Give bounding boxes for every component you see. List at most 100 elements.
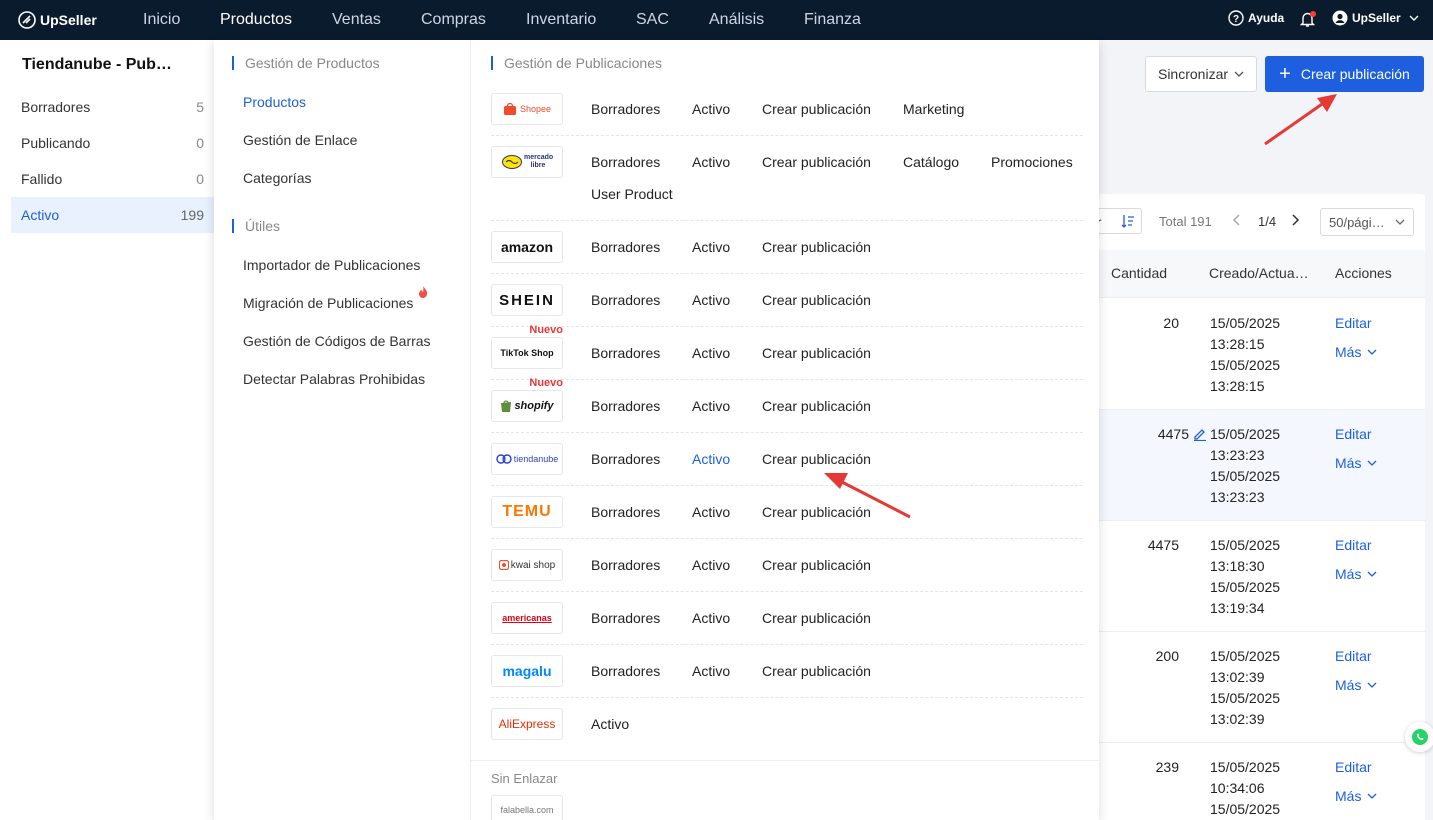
more-dropdown[interactable]: Más [1335, 344, 1377, 360]
notifications-button[interactable] [1299, 11, 1316, 31]
shein-crear-link[interactable]: Crear publicación [762, 292, 871, 308]
mercadolibre-promociones-link[interactable]: Promociones [991, 154, 1073, 170]
shopee-activo-link[interactable]: Activo [692, 101, 730, 117]
magalu-borradores-link[interactable]: Borradores [591, 663, 660, 679]
nav-compras[interactable]: Compras [421, 0, 486, 40]
mercadolibre-catalogo-link[interactable]: Catálogo [903, 154, 959, 170]
tiktok-borradores-link[interactable]: Borradores [591, 345, 660, 361]
americanas-borradores-link[interactable]: Borradores [591, 610, 660, 626]
updated-time: 13:02:39 [1210, 711, 1265, 727]
kwai-crear-link[interactable]: Crear publicación [762, 557, 871, 573]
amazon-crear-link[interactable]: Crear publicación [762, 239, 871, 255]
per-page-value: 50/pági… [1329, 214, 1385, 230]
shopee-marketing-link[interactable]: Marketing [903, 101, 964, 117]
kwai-activo-link[interactable]: Activo [692, 557, 730, 573]
nav-productos[interactable]: Productos [220, 0, 292, 40]
created-date: 15/05/2025 [1210, 315, 1281, 331]
user-menu[interactable]: UpSeller [1332, 10, 1423, 26]
chevron-down-icon [1367, 793, 1377, 799]
mercadolibre-borradores-link[interactable]: Borradores [591, 154, 660, 170]
help-link[interactable]: ? Ayuda [1228, 10, 1284, 26]
chevron-right-icon[interactable] [1290, 213, 1300, 227]
edit-link[interactable]: Editar [1335, 537, 1372, 553]
edit-link[interactable]: Editar [1335, 315, 1372, 331]
edit-link[interactable]: Editar [1335, 648, 1372, 664]
temu-activo-link[interactable]: Activo [692, 504, 730, 520]
nav-inicio[interactable]: Inicio [143, 0, 180, 40]
americanas-activo-link[interactable]: Activo [692, 610, 730, 626]
nav-finanza[interactable]: Finanza [804, 0, 861, 40]
nav-ventas[interactable]: Ventas [332, 0, 381, 40]
whatsapp-chat-button[interactable] [1405, 722, 1433, 752]
edit-link[interactable]: Editar [1335, 426, 1372, 442]
created-time: 13:28:15 [1210, 336, 1265, 352]
shein-activo-link[interactable]: Activo [692, 292, 730, 308]
shopify-activo-link[interactable]: Activo [692, 398, 730, 414]
shopee-crear-link[interactable]: Crear publicación [762, 101, 871, 117]
created-date: 15/05/2025 [1210, 759, 1281, 775]
menu-item-productos[interactable]: Productos [243, 94, 306, 110]
sidebar-item-publicando[interactable]: Publicando 0 [11, 125, 214, 161]
more-dropdown[interactable]: Más [1335, 566, 1377, 582]
edit-pencil-icon[interactable] [1193, 427, 1207, 441]
kwai-borradores-link[interactable]: Borradores [591, 557, 660, 573]
aliexpress-activo-link[interactable]: Activo [591, 716, 629, 732]
updated-date: 15/05/2025 [1210, 468, 1281, 484]
menu-item-gestion-enlace[interactable]: Gestión de Enlace [243, 132, 357, 148]
column-acciones: Acciones [1335, 265, 1392, 281]
amazon-borradores-link[interactable]: Borradores [591, 239, 660, 255]
mercadolibre-user-product-link[interactable]: User Product [591, 186, 673, 202]
more-dropdown[interactable]: Más [1335, 788, 1377, 804]
platform-row-tiendanube: tiendanube Borradores Activo Crear publi… [491, 443, 1083, 486]
sidebar-item-fallido[interactable]: Fallido 0 [11, 161, 214, 197]
chevron-left-icon[interactable] [1232, 213, 1242, 227]
sync-button[interactable]: Sincronizar [1145, 56, 1257, 92]
tiendanube-logo-text: tiendanube [513, 454, 559, 464]
plus-icon: + [1279, 63, 1291, 85]
amazon-activo-link[interactable]: Activo [692, 239, 730, 255]
shein-borradores-link[interactable]: Borradores [591, 292, 660, 308]
more-dropdown[interactable]: Más [1335, 455, 1377, 471]
temu-crear-link[interactable]: Crear publicación [762, 504, 871, 520]
chevron-down-icon [1367, 571, 1377, 577]
quantity-cell: 20 [1163, 315, 1179, 331]
dates-cell: 15/05/2025 13:28:15 15/05/2025 13:28:15 [1210, 313, 1280, 397]
tiendanube-activo-link[interactable]: Activo [692, 451, 730, 467]
menu-item-migracion[interactable]: Migración de Publicaciones [243, 295, 413, 311]
create-listing-button[interactable]: + Crear publicación [1265, 56, 1424, 92]
edit-link[interactable]: Editar [1335, 759, 1372, 775]
table-header: Cantidad Creado/Actua… Acciones [1098, 250, 1425, 298]
nav-sac[interactable]: SAC [636, 0, 669, 40]
shopify-crear-link[interactable]: Crear publicación [762, 398, 871, 414]
updated-time: 13:28:15 [1210, 378, 1265, 394]
magalu-crear-link[interactable]: Crear publicación [762, 663, 871, 679]
tiktok-activo-link[interactable]: Activo [692, 345, 730, 361]
magalu-activo-link[interactable]: Activo [692, 663, 730, 679]
menu-item-importador[interactable]: Importador de Publicaciones [243, 257, 420, 273]
sidebar-item-activo[interactable]: Activo 199 [11, 197, 214, 233]
nav-analisis[interactable]: Análisis [709, 0, 764, 40]
temu-borradores-link[interactable]: Borradores [591, 504, 660, 520]
more-dropdown[interactable]: Más [1335, 677, 1377, 693]
tiendanube-borradores-link[interactable]: Borradores [591, 451, 660, 467]
menu-item-palabras-prohibidas[interactable]: Detectar Palabras Prohibidas [243, 371, 425, 387]
menu-item-codigos-barras[interactable]: Gestión de Códigos de Barras [243, 333, 431, 349]
mercadolibre-activo-link[interactable]: Activo [692, 154, 730, 170]
platform-row-americanas: americanas Borradores Activo Crear publi… [491, 602, 1083, 645]
nav-inventario[interactable]: Inventario [526, 0, 596, 40]
shopify-borradores-link[interactable]: Borradores [591, 398, 660, 414]
quantity-value: 239 [1155, 759, 1179, 775]
menu-item-categorias[interactable]: Categorías [243, 170, 311, 186]
per-page-select[interactable]: 50/pági… [1320, 208, 1414, 236]
tiendanube-crear-link[interactable]: Crear publicación [762, 451, 871, 467]
table-row: 4475 15/05/2025 13:23:23 15/05/2025 13:23:2… [1098, 410, 1425, 521]
app-logo[interactable]: UpSeller [18, 10, 97, 30]
sidebar-item-borradores[interactable]: Borradores 5 [11, 89, 214, 125]
listings-table: ar Total 191 1/4 50/pági… Cantidad Cread… [1088, 194, 1425, 820]
mercadolibre-crear-link[interactable]: Crear publicación [762, 154, 871, 170]
americanas-crear-link[interactable]: Crear publicación [762, 610, 871, 626]
shopee-borradores-link[interactable]: Borradores [591, 101, 660, 117]
tiktok-crear-link[interactable]: Crear publicación [762, 345, 871, 361]
shein-logo-text: SHEIN [499, 291, 555, 309]
column-creado: Creado/Actua… [1209, 265, 1309, 281]
